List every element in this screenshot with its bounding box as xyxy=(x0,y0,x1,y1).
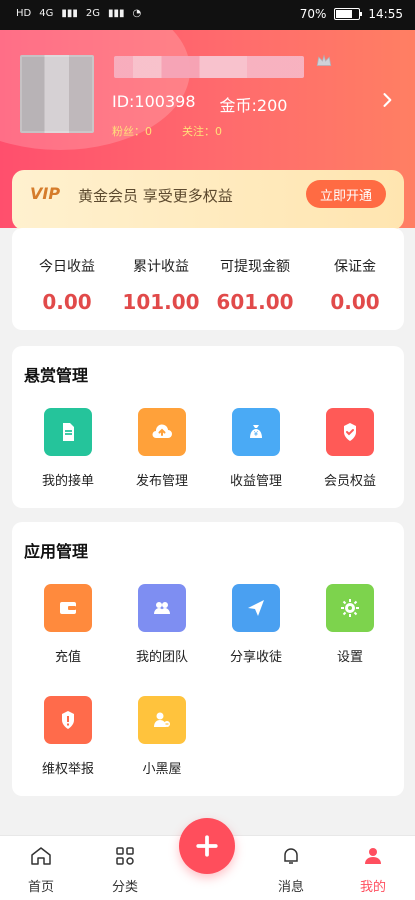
grid-label: 收益管理 xyxy=(229,474,282,489)
grid-label: 充值 xyxy=(54,650,81,665)
tab-messages[interactable]: 消息 xyxy=(256,844,326,895)
earning-value: 0.00 xyxy=(330,290,380,314)
battery-text: 70% xyxy=(299,7,327,21)
grid-icon xyxy=(116,847,134,865)
status-bar: HD 4G ▮▮▮ 2G ▮▮▮ ◔ 70% 14:55 xyxy=(0,0,415,30)
status-left: HD 4G ▮▮▮ 2G ▮▮▮ ◔ xyxy=(16,8,141,19)
hd-indicator: HD xyxy=(16,8,32,19)
tab-label: 分类 xyxy=(111,880,138,895)
grid-label: 分享收徒 xyxy=(229,650,282,665)
shield-alert-icon xyxy=(44,696,92,744)
team-icon xyxy=(138,584,186,632)
cloud-upload-icon xyxy=(138,408,186,456)
chevron-right-icon[interactable] xyxy=(377,90,397,110)
earning-today[interactable]: 今日收益 0.00 xyxy=(18,256,116,314)
bounty-management-card: 悬赏管理 我的接单 发布管理 ¥ 收益管理 会员权益 xyxy=(12,346,404,508)
my-orders-item[interactable]: 我的接单 xyxy=(22,408,114,489)
paper-plane-icon xyxy=(232,584,280,632)
grid-label: 我的团队 xyxy=(135,650,188,665)
bounty-section-title: 悬赏管理 xyxy=(24,366,89,385)
publish-management-item[interactable]: 发布管理 xyxy=(116,408,208,489)
earning-label: 今日收益 xyxy=(39,259,95,275)
tab-category[interactable]: 分类 xyxy=(90,844,160,895)
grid-label: 小黑屋 xyxy=(142,762,182,777)
vip-badge: VIP xyxy=(30,184,61,203)
member-benefits-item[interactable]: 会员权益 xyxy=(304,408,396,489)
report-item[interactable]: 维权举报 xyxy=(22,696,114,777)
vip-banner[interactable]: VIP 黄金会员 享受更多权益 立即开通 xyxy=(12,170,404,230)
tab-mine[interactable]: 我的 xyxy=(338,844,408,895)
app-section-title: 应用管理 xyxy=(24,542,89,561)
earning-total[interactable]: 累计收益 101.00 xyxy=(112,256,210,314)
bell-icon xyxy=(284,848,298,864)
user-icon xyxy=(365,848,381,864)
username-blurred xyxy=(114,56,304,78)
my-team-item[interactable]: 我的团队 xyxy=(116,584,208,665)
app-management-card: 应用管理 充值 我的团队 分享收徒 设置 维权举报 小黑屋 xyxy=(12,522,404,796)
clock-text: 14:55 xyxy=(368,7,403,21)
blacklist-item[interactable]: 小黑屋 xyxy=(116,696,208,777)
money-bag-icon: ¥ xyxy=(232,408,280,456)
document-icon xyxy=(44,408,92,456)
recharge-item[interactable]: 充值 xyxy=(22,584,114,665)
tab-label: 首页 xyxy=(27,880,54,895)
gear-icon xyxy=(326,584,374,632)
income-management-item[interactable]: ¥ 收益管理 xyxy=(210,408,302,489)
earning-label: 可提现金额 xyxy=(220,259,290,275)
user-id: ID:100398 xyxy=(112,92,196,111)
status-right: 70% 14:55 xyxy=(300,7,403,21)
network-4g: 4G xyxy=(39,8,54,19)
home-icon xyxy=(31,847,51,865)
earning-label: 保证金 xyxy=(334,259,376,275)
earning-label: 累计收益 xyxy=(133,259,189,275)
crown-icon xyxy=(316,54,332,66)
member-badge-icon xyxy=(326,408,374,456)
earning-value: 601.00 xyxy=(216,290,294,314)
grid-label: 会员权益 xyxy=(323,474,376,489)
user-block-icon xyxy=(138,696,186,744)
coins-count: 金币:200 xyxy=(219,96,288,115)
fans-count[interactable]: 粉丝：0 xyxy=(112,123,152,139)
publish-plus-button[interactable] xyxy=(179,818,235,874)
grid-label: 设置 xyxy=(336,650,363,665)
tab-label: 我的 xyxy=(359,880,386,895)
network-2g: 2G xyxy=(85,8,100,19)
earning-value: 0.00 xyxy=(42,290,92,314)
tab-label: 消息 xyxy=(277,880,304,895)
vip-description: 黄金会员 享受更多权益 xyxy=(78,187,233,205)
plus-icon xyxy=(196,835,218,857)
wifi-icon: ◔ xyxy=(132,8,142,19)
signal-icon-2: ▮▮▮ xyxy=(108,8,125,19)
battery-icon xyxy=(334,8,363,20)
wallet-icon xyxy=(44,584,92,632)
open-vip-button[interactable]: 立即开通 xyxy=(305,180,386,208)
fans-follow-row: 粉丝：0 关注：0 xyxy=(112,123,222,139)
id-coins-row: ID:100398 金币:200 xyxy=(112,92,287,116)
tab-home[interactable]: 首页 xyxy=(6,844,76,895)
earning-value: 101.00 xyxy=(122,290,200,314)
share-recruit-item[interactable]: 分享收徒 xyxy=(210,584,302,665)
earnings-summary: 今日收益 0.00 累计收益 101.00 可提现金额 601.00 保证金 0… xyxy=(12,228,404,330)
grid-label: 维权举报 xyxy=(41,762,94,777)
svg-text:¥: ¥ xyxy=(254,431,258,438)
follow-count[interactable]: 关注：0 xyxy=(182,123,222,139)
grid-label: 我的接单 xyxy=(41,474,94,489)
signal-icon: ▮▮▮ xyxy=(61,8,78,19)
grid-label: 发布管理 xyxy=(135,474,188,489)
earning-withdrawable[interactable]: 可提现金额 601.00 xyxy=(206,256,304,314)
settings-item[interactable]: 设置 xyxy=(304,584,396,665)
earning-deposit[interactable]: 保证金 0.00 xyxy=(306,256,404,314)
avatar[interactable] xyxy=(20,55,94,133)
